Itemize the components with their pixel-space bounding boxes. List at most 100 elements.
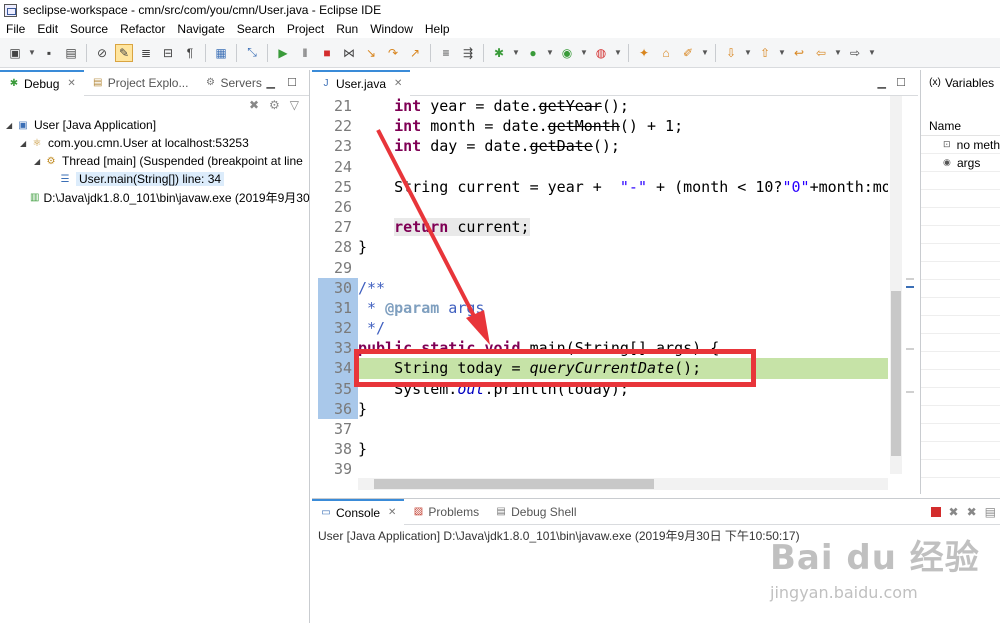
new-dropdown-icon[interactable]: ▼ <box>28 48 36 57</box>
scrollbar-thumb[interactable] <box>374 479 654 489</box>
overview-marker[interactable] <box>906 286 914 288</box>
menu-file[interactable]: File <box>0 22 31 36</box>
show-whitespace-icon[interactable]: ¶ <box>181 44 199 62</box>
terminate-icon[interactable]: ■ <box>318 44 336 62</box>
use-step-filters-icon[interactable]: ⇶ <box>459 44 477 62</box>
resume-icon[interactable]: ▶ <box>274 44 292 62</box>
tree-item-vm[interactable]: ◢ ⚛ com.you.cmn.User at localhost:53253 <box>6 134 309 152</box>
expanded-twisty-icon[interactable]: ◢ <box>20 139 30 148</box>
remove-all-terminated-icon[interactable]: ✖ <box>249 98 259 112</box>
task-icon[interactable]: ⊟ <box>159 44 177 62</box>
back-dropdown-icon[interactable]: ▼ <box>834 48 842 57</box>
clear-console-icon[interactable]: ▤ <box>985 505 996 519</box>
drop-to-frame-icon[interactable]: ≡ <box>437 44 455 62</box>
editor-body[interactable]: 21 22 23 24 25 26 27 28 29 30 31 32 33 3… <box>312 96 918 494</box>
tab-debug-shell[interactable]: ▤ Debug Shell <box>487 499 584 525</box>
close-icon[interactable]: ✕ <box>388 507 396 518</box>
remove-launch-icon[interactable]: ✖ <box>949 505 959 519</box>
save-icon[interactable]: ▪ <box>40 44 58 62</box>
line-number-ruler[interactable]: 21 22 23 24 25 26 27 28 29 30 31 32 33 3… <box>318 96 358 478</box>
overview-marker[interactable] <box>906 391 914 393</box>
menu-source[interactable]: Source <box>64 22 114 36</box>
forward-dropdown-icon[interactable]: ▼ <box>868 48 876 57</box>
tab-problems[interactable]: ▧ Problems <box>404 499 487 525</box>
minimize-icon[interactable]: ▁ <box>267 76 275 89</box>
expanded-twisty-icon[interactable]: ◢ <box>6 121 16 130</box>
tree-item-java-application[interactable]: ◢ ▣ User [Java Application] <box>6 116 309 134</box>
step-into-icon[interactable]: ↘ <box>362 44 380 62</box>
tab-debug[interactable]: ✱ Debug ✕ <box>0 69 84 96</box>
forward-icon[interactable]: ⇨ <box>846 44 864 62</box>
menu-bar: File Edit Source Refactor Navigate Searc… <box>0 20 1000 38</box>
menu-refactor[interactable]: Refactor <box>114 22 171 36</box>
variable-row[interactable]: ⊡ no meth <box>921 136 1000 154</box>
tab-project-explorer[interactable]: ▤ Project Explo... <box>84 70 197 96</box>
open-type-icon[interactable]: ⌂ <box>657 44 675 62</box>
view-menu-icon[interactable]: ▽ <box>290 98 299 112</box>
code-area[interactable]: int year = date.getYear(); int month = d… <box>358 96 888 474</box>
external-tools-icon[interactable]: ◍ <box>592 44 610 62</box>
menu-navigate[interactable]: Navigate <box>171 22 230 36</box>
tree-item-stack-frame[interactable]: ☰ User.main(String[]) line: 34 <box>6 170 309 188</box>
variable-row[interactable]: ◉ args <box>921 154 1000 172</box>
remove-all-terminated-icon[interactable]: ✖ <box>967 505 977 519</box>
maximize-icon[interactable]: ☐ <box>287 76 297 89</box>
open-task-dropdown-icon[interactable]: ▼ <box>701 48 709 57</box>
previous-annotation-icon[interactable]: ⇧ <box>756 44 774 62</box>
coverage-dropdown-icon[interactable]: ▼ <box>580 48 588 57</box>
new-java-project-icon[interactable]: ✦ <box>635 44 653 62</box>
expanded-twisty-icon[interactable]: ◢ <box>34 157 44 166</box>
overview-marker[interactable] <box>906 278 914 280</box>
coverage-icon[interactable]: ◉ <box>558 44 576 62</box>
external-tools-dropdown-icon[interactable]: ▼ <box>614 48 622 57</box>
editor-horizontal-scrollbar[interactable] <box>358 478 888 490</box>
tab-variables[interactable]: (x) Variables <box>921 69 1000 96</box>
tree-item-thread[interactable]: ◢ ⚙ Thread [main] (Suspended (breakpoint… <box>6 152 309 170</box>
collapse-all-icon[interactable]: ⚙ <box>269 98 280 112</box>
tab-console[interactable]: ▭ Console ✕ <box>312 498 405 525</box>
close-icon[interactable]: ✕ <box>67 78 75 89</box>
overview-ruler[interactable] <box>902 96 918 474</box>
suspend-icon[interactable]: ‖ <box>296 44 314 62</box>
editor-vertical-scrollbar[interactable] <box>890 96 902 474</box>
back-icon[interactable]: ⇦ <box>812 44 830 62</box>
maximize-icon[interactable]: ☐ <box>896 76 906 89</box>
run-dropdown-icon[interactable]: ▼ <box>546 48 554 57</box>
minimize-icon[interactable]: ▁ <box>878 76 886 89</box>
menu-search[interactable]: Search <box>231 22 281 36</box>
previous-annotation-dropdown-icon[interactable]: ▼ <box>778 48 786 57</box>
debug-dropdown-icon[interactable]: ▼ <box>512 48 520 57</box>
new-icon[interactable]: ▣ <box>6 44 24 62</box>
disconnect-icon[interactable]: ⋈ <box>340 44 358 62</box>
terminate-icon[interactable] <box>930 507 941 517</box>
scrollbar-thumb[interactable] <box>891 291 901 456</box>
menu-window[interactable]: Window <box>364 22 419 36</box>
menu-edit[interactable]: Edit <box>31 22 64 36</box>
next-annotation-icon[interactable]: ⇩ <box>722 44 740 62</box>
tree-item-process[interactable]: ▥ D:\Java\jdk1.8.0_101\bin\javaw.exe (20… <box>6 188 310 206</box>
skip-breakpoints-icon[interactable]: ⊘ <box>93 44 111 62</box>
overview-marker[interactable] <box>906 348 914 350</box>
step-over-icon[interactable]: ↷ <box>384 44 402 62</box>
code-line: * @param args <box>358 298 485 317</box>
save-all-icon[interactable]: ▤ <box>62 44 80 62</box>
menu-project[interactable]: Project <box>281 22 330 36</box>
highlight-toggle-icon[interactable]: ✎ <box>115 43 133 62</box>
tab-user-java[interactable]: J User.java ✕ <box>312 69 411 96</box>
skip-all-breakpoints-icon[interactable]: ⤡ <box>243 44 261 62</box>
debug-icon[interactable]: ✱ <box>490 44 508 62</box>
menu-help[interactable]: Help <box>419 22 456 36</box>
column-header-name[interactable]: Name <box>921 116 1000 136</box>
console-toggle-icon[interactable]: ▦ <box>212 44 230 62</box>
step-return-icon[interactable]: ↗ <box>406 44 424 62</box>
empty-row <box>921 388 1000 406</box>
outline-icon[interactable]: ≣ <box>137 44 155 62</box>
next-annotation-dropdown-icon[interactable]: ▼ <box>744 48 752 57</box>
menu-run[interactable]: Run <box>330 22 364 36</box>
last-edit-location-icon[interactable]: ↩ <box>790 44 808 62</box>
run-icon[interactable]: ● <box>524 44 542 62</box>
line-number: 24 <box>333 157 352 176</box>
close-icon[interactable]: ✕ <box>394 78 402 89</box>
open-task-icon[interactable]: ✐ <box>679 44 697 62</box>
tab-servers[interactable]: ⚙ Servers <box>196 70 269 96</box>
